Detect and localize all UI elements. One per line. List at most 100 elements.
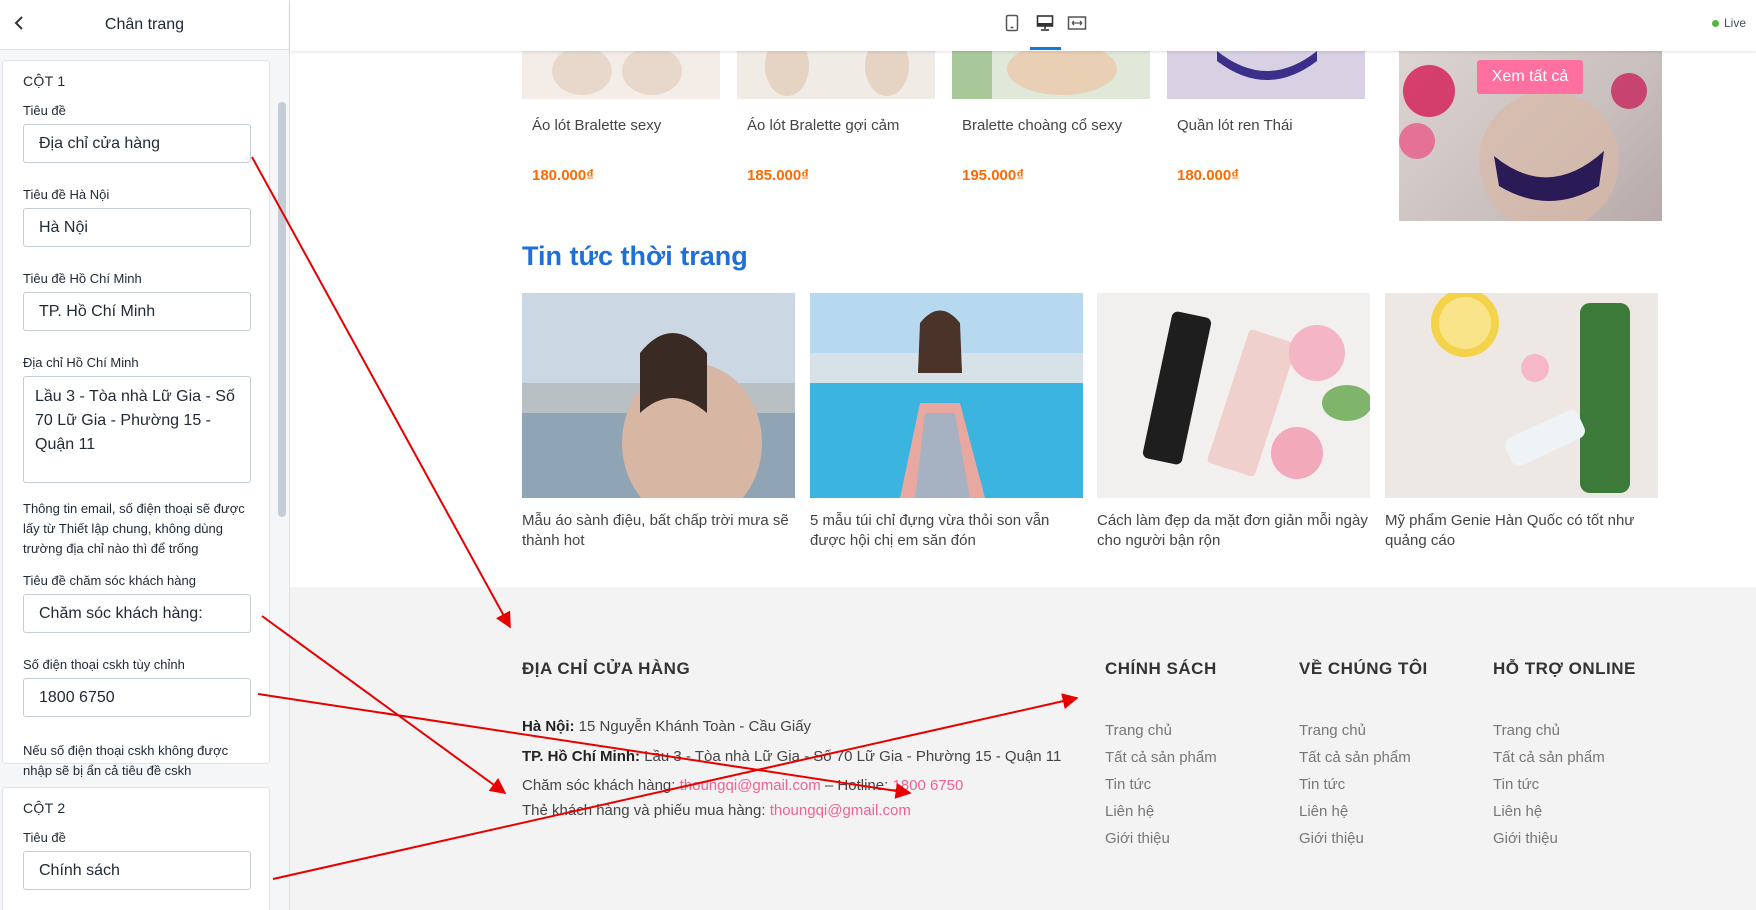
column-2-title-label: Tiêu đề (23, 830, 66, 845)
product-image[interactable] (952, 51, 1150, 99)
live-status: Live (1711, 16, 1746, 30)
footer-hanoi-line: Hà Nội: 15 Nguyễn Khánh Toàn - Cầu Giấy (522, 718, 811, 735)
email-help-text: Thông tin email, số điện thoại sẽ được l… (23, 501, 245, 556)
title-input[interactable] (23, 124, 251, 163)
product-name[interactable]: Áo lót Bralette sexy (532, 117, 661, 134)
product-price: 180.000₫ (1177, 167, 1239, 184)
product-image[interactable] (737, 51, 935, 99)
footer-hcm-value: Lầu 3 - Tòa nhà Lữ Gia - Số 70 Lữ Gia - … (644, 748, 1062, 765)
product-price: 180.000₫ (532, 167, 594, 184)
sidebar-scrollbar[interactable] (278, 102, 286, 517)
product-name[interactable]: Bralette choàng cổ sexy (962, 117, 1122, 134)
fullwidth-view-button[interactable] (1065, 13, 1089, 37)
footer-care-label: Chăm sóc khách hàng: (522, 777, 676, 794)
footer-hanoi-value: 15 Nguyễn Khánh Toàn - Cầu Giấy (578, 718, 812, 735)
product-image[interactable] (1167, 51, 1365, 99)
news-headline[interactable]: 5 mẫu túi chỉ đựng vừa thỏi son vẫn được… (810, 511, 1083, 551)
sidebar-title: Chân trang (104, 15, 185, 33)
fullwidth-device-icon (1067, 14, 1087, 37)
footer-hotline-value[interactable]: 1800 6750 (892, 777, 963, 794)
footer-support-title: HỖ TRỢ ONLINE (1493, 659, 1636, 678)
news-image[interactable] (522, 293, 795, 498)
preview-toolbar: Live (290, 0, 1756, 51)
footer-link[interactable]: Giới thiệu (1299, 830, 1364, 847)
news-image[interactable] (1385, 293, 1658, 498)
footer-link[interactable]: Trang chủ (1299, 722, 1366, 739)
sidebar-header: Chân trang (0, 0, 289, 50)
news-section-title[interactable]: Tin tức thời trang (522, 241, 748, 272)
mobile-view-button[interactable] (1000, 13, 1024, 37)
news-card[interactable]: Mẫu áo sành điệu, bất chấp trời mưa sẽ t… (522, 293, 795, 551)
footer-link[interactable]: Giới thiệu (1493, 830, 1558, 847)
product-card[interactable]: Áo lót Bralette gợi cảm 185.000₫ (737, 51, 935, 184)
back-chevron-icon (14, 15, 24, 35)
care-title-input[interactable] (23, 594, 251, 633)
product-name[interactable]: Áo lót Bralette gợi cảm (747, 117, 899, 134)
view-all-button[interactable]: Xem tất cả (1477, 60, 1583, 94)
news-headline[interactable]: Cách làm đẹp da mặt đơn giản mỗi ngày ch… (1097, 511, 1370, 551)
footer-care-line: Chăm sóc khách hàng: thoungqi@gmail.com … (522, 777, 963, 794)
column-2-title-input[interactable] (23, 851, 251, 890)
footer-member-line: Thẻ khách hàng và phiếu mua hàng: thoung… (522, 802, 911, 819)
product-card[interactable]: Áo lót Bralette sexy 180.000₫ (522, 51, 720, 184)
desktop-device-icon (1036, 14, 1054, 37)
news-image[interactable] (1097, 293, 1370, 498)
product-card[interactable]: Quần lót ren Thái 180.000₫ (1167, 51, 1365, 184)
footer-hanoi-label: Hà Nội: (522, 718, 575, 735)
footer-about-title: VỀ CHÚNG TÔI (1299, 659, 1428, 678)
promo-banner[interactable]: Xem tất cả (1399, 51, 1662, 221)
product-price: 195.000₫ (962, 167, 1024, 184)
desktop-view-button[interactable] (1033, 13, 1057, 37)
footer-link[interactable]: Liên hệ (1299, 803, 1348, 820)
hcm-title-label: Tiêu đề Hồ Chí Minh (23, 271, 142, 286)
footer-link[interactable]: Liên hệ (1105, 803, 1154, 820)
footer-hcm-line: TP. Hồ Chí Minh: Lầu 3 - Tòa nhà Lữ Gia … (522, 748, 1061, 765)
back-button[interactable] (6, 12, 32, 38)
store-preview: Áo lót Bralette sexy 180.000₫ Áo lót Bra… (290, 51, 1756, 910)
footer-hcm-label: TP. Hồ Chí Minh: (522, 748, 641, 765)
footer-policy-title: CHÍNH SÁCH (1105, 659, 1217, 678)
live-dot-icon (1711, 19, 1719, 27)
column-2-title: CỘT 2 (23, 800, 66, 816)
footer-link[interactable]: Tất cả sản phẩm (1299, 749, 1411, 766)
news-card[interactable]: Mỹ phẩm Genie Hàn Quốc có tốt như quảng … (1385, 293, 1658, 551)
hcm-title-input[interactable] (23, 292, 251, 331)
hanoi-title-input[interactable] (23, 208, 251, 247)
care-title-label: Tiêu đề chăm sóc khách hàng (23, 573, 196, 588)
product-price: 185.000₫ (747, 167, 809, 184)
phone-label: Số điện thoại cskh tùy chỉnh (23, 657, 185, 672)
title-label: Tiêu đề (23, 103, 66, 118)
news-headline[interactable]: Mỹ phẩm Genie Hàn Quốc có tốt như quảng … (1385, 511, 1658, 551)
footer-link[interactable]: Giới thiệu (1105, 830, 1170, 847)
footer-link[interactable]: Tất cả sản phẩm (1105, 749, 1217, 766)
column-2-card: CỘT 2 Tiêu đề (2, 787, 270, 910)
footer-link[interactable]: Tin tức (1105, 776, 1151, 793)
news-headline[interactable]: Mẫu áo sành điệu, bất chấp trời mưa sẽ t… (522, 511, 795, 551)
mobile-device-icon (1005, 14, 1019, 37)
sidebar-body: CỘT 1 Tiêu đề Tiêu đề Hà Nội Tiêu đề Hồ … (0, 50, 290, 910)
theme-editor-sidebar: Chân trang CỘT 1 Tiêu đề Tiêu đề Hà Nội … (0, 0, 290, 910)
news-card[interactable]: Cách làm đẹp da mặt đơn giản mỗi ngày ch… (1097, 293, 1370, 551)
footer-link[interactable]: Tin tức (1299, 776, 1345, 793)
footer-member-email[interactable]: thoungqi@gmail.com (770, 802, 911, 819)
hcm-address-textarea[interactable]: Lầu 3 - Tòa nhà Lữ Gia - Số 70 Lữ Gia - … (23, 376, 251, 483)
footer-address-title: ĐỊA CHỈ CỬA HÀNG (522, 659, 691, 678)
hcm-address-label: Địa chỉ Hồ Chí Minh (23, 355, 139, 370)
footer-link[interactable]: Trang chủ (1105, 722, 1172, 739)
product-name[interactable]: Quần lót ren Thái (1177, 117, 1293, 134)
footer-care-email[interactable]: thoungqi@gmail.com (680, 777, 821, 794)
footer-link[interactable]: Trang chủ (1493, 722, 1560, 739)
product-card[interactable]: Bralette choàng cổ sexy 195.000₫ (952, 51, 1150, 184)
news-image[interactable] (810, 293, 1083, 498)
column-1-card: CỘT 1 Tiêu đề Tiêu đề Hà Nội Tiêu đề Hồ … (2, 60, 270, 778)
phone-input[interactable] (23, 678, 251, 717)
phone-help-text: Nếu số điện thoại cskh không được nhập s… (23, 743, 229, 778)
active-device-indicator (1030, 47, 1061, 50)
product-image[interactable] (522, 51, 720, 99)
site-footer: ĐỊA CHỈ CỬA HÀNG Hà Nội: 15 Nguyễn Khánh… (290, 587, 1756, 910)
footer-link[interactable]: Liên hệ (1493, 803, 1542, 820)
footer-link[interactable]: Tin tức (1493, 776, 1539, 793)
news-card[interactable]: 5 mẫu túi chỉ đựng vừa thỏi son vẫn được… (810, 293, 1083, 551)
footer-member-label: Thẻ khách hàng và phiếu mua hàng: (522, 802, 766, 819)
footer-link[interactable]: Tất cả sản phẩm (1493, 749, 1605, 766)
